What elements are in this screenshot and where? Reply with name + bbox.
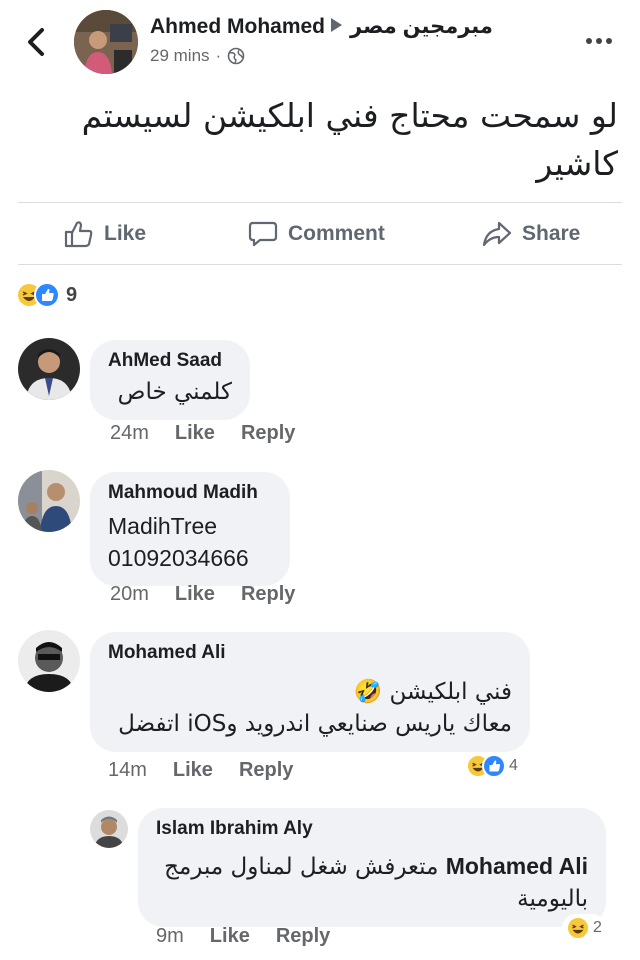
comment-text: كلمني خاص <box>117 379 232 405</box>
divider <box>18 202 622 203</box>
comment-actions: 24m Like Reply <box>110 422 295 445</box>
author-avatar[interactable] <box>74 10 138 74</box>
commenter-avatar[interactable] <box>18 470 80 532</box>
comment-actions: 9m Like Reply <box>156 925 330 948</box>
post-text: لو سمحت محتاج فني ابلكيشن لسيستم كاشير <box>38 92 618 188</box>
comment-like-button[interactable]: Like <box>175 422 215 445</box>
comment-reactions[interactable]: 2 <box>562 914 606 942</box>
comment-time: 20m <box>110 583 149 605</box>
reaction-count: 9 <box>66 283 78 306</box>
group-name[interactable]: مبرمجين مصر <box>350 15 493 38</box>
divider <box>18 264 622 265</box>
comment-text-line: متعرفش شغل لمناول مبرمج <box>164 854 439 880</box>
group-arrow-icon <box>331 18 343 32</box>
comment-reply-button[interactable]: Reply <box>239 759 293 782</box>
comment-reply-button[interactable]: Reply <box>241 583 295 606</box>
comment-text: معاك ياريس صنايعي اندرويد وiOS اتفضل <box>118 711 512 737</box>
commenter-name[interactable]: Islam Ibrahim Aly <box>156 818 588 840</box>
comment-text: 01092034666 <box>108 545 249 571</box>
comment-text: MadihTree <box>108 513 218 539</box>
comment-text: Mohamed Ali متعرفش شغل لمناول مبرمج <box>156 850 588 883</box>
comment-time: 9m <box>156 925 184 947</box>
comment-actions: 14m Like Reply <box>108 759 293 782</box>
comment-like-button[interactable]: Like <box>175 583 215 606</box>
mention-link[interactable]: Mohamed Ali <box>446 853 588 879</box>
comment-reactions[interactable]: 4 <box>462 752 522 780</box>
comment-like-button[interactable]: Like <box>210 925 250 948</box>
commenter-name[interactable]: Mahmoud Madih <box>108 482 272 504</box>
globe-icon <box>227 47 245 65</box>
comment-bubble[interactable]: Mohamed Ali فني ابلكيشن 🤣 معاك ياريس صنا… <box>90 632 530 752</box>
commenter-name[interactable]: Mohamed Ali <box>108 642 512 664</box>
comment-bubble[interactable]: Mahmoud Madih MadihTree 01092034666 <box>90 472 290 586</box>
post-text-line: لو سمحت محتاج فني ابلكيشن لسيستم <box>81 96 618 135</box>
commenter-avatar[interactable] <box>90 810 128 848</box>
comment-actions: 20m Like Reply <box>110 583 295 606</box>
post-meta: 29 mins · <box>150 46 245 66</box>
author-name[interactable]: Ahmed Mohamed <box>150 15 325 38</box>
reaction-count: 2 <box>593 919 602 936</box>
share-label: Share <box>522 222 581 245</box>
post-author-line: Ahmed Mohamed مبرمجين مصر <box>150 14 493 39</box>
commenter-name[interactable]: AhMed Saad <box>108 350 232 372</box>
comment-icon <box>248 221 278 247</box>
comment-label: Comment <box>288 222 385 245</box>
comment-text: فني ابلكيشن 🤣 <box>353 679 512 705</box>
comment-text: باليومية <box>517 886 588 912</box>
like-reaction-icon <box>34 282 60 308</box>
comment-reply-button[interactable]: Reply <box>241 422 295 445</box>
post-text-line: كاشير <box>536 144 618 183</box>
comment-time: 14m <box>108 759 147 781</box>
comment-bubble[interactable]: AhMed Saad كلمني خاص <box>90 340 250 420</box>
post-reactions[interactable]: 9 <box>16 282 77 308</box>
like-button[interactable]: Like <box>64 218 146 250</box>
comment-like-button[interactable]: Like <box>173 759 213 782</box>
share-button[interactable]: Share <box>482 218 580 250</box>
haha-reaction-icon <box>566 916 590 940</box>
like-reaction-icon <box>482 754 506 778</box>
comment-button[interactable]: Comment <box>248 218 385 250</box>
share-icon <box>482 221 512 247</box>
comment-time: 24m <box>110 422 149 444</box>
post-time[interactable]: 29 mins <box>150 46 210 66</box>
more-options-icon[interactable] <box>586 38 612 44</box>
like-label: Like <box>104 222 147 245</box>
back-arrow-icon[interactable] <box>22 26 50 58</box>
thumbs-up-icon <box>64 221 93 248</box>
commenter-avatar[interactable] <box>18 630 80 692</box>
comment-reply-button[interactable]: Reply <box>276 925 330 948</box>
meta-separator: · <box>215 46 222 65</box>
commenter-avatar[interactable] <box>18 338 80 400</box>
reaction-count: 4 <box>509 757 518 774</box>
reply-bubble[interactable]: Islam Ibrahim Aly Mohamed Ali متعرفش شغل… <box>138 808 606 927</box>
